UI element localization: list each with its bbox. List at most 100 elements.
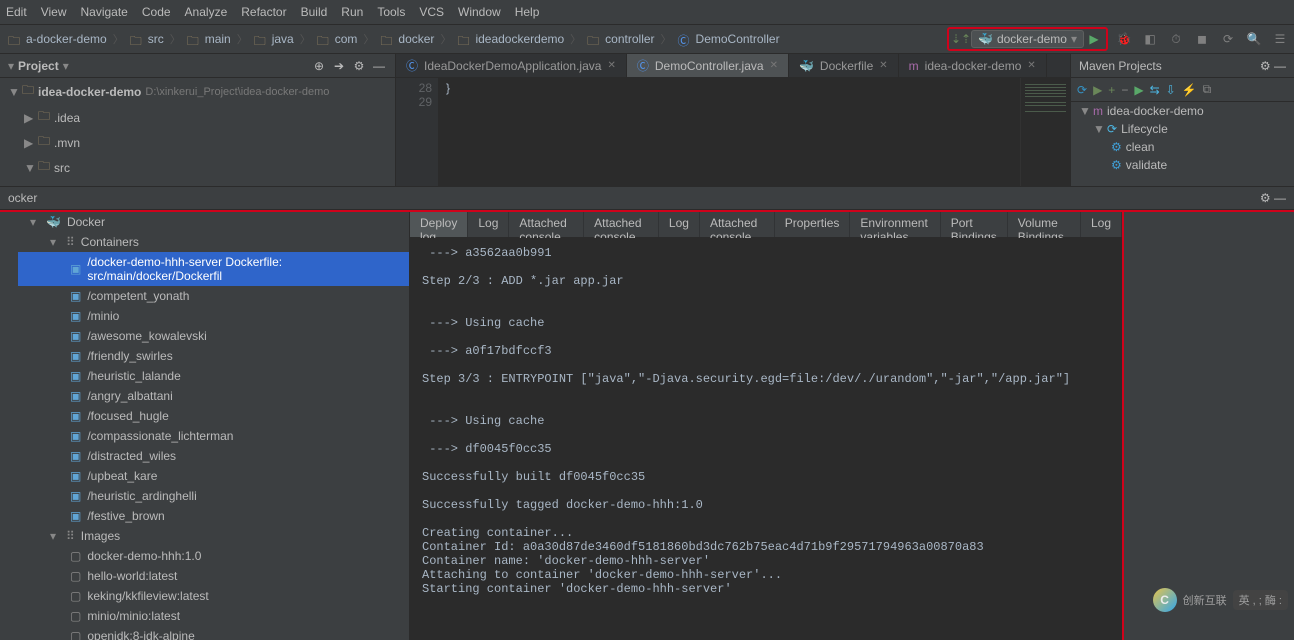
image-node[interactable]: ▢minio/minio:latest	[18, 606, 409, 626]
menu-edit[interactable]: Edit	[6, 5, 27, 19]
log-tab[interactable]: Properties	[775, 212, 851, 237]
coverage-button[interactable]: ◧	[1140, 29, 1160, 49]
chevron-down-icon[interactable]: ▾	[63, 59, 69, 73]
stop-button[interactable]: ◼	[1192, 29, 1212, 49]
menu-build[interactable]: Build	[301, 5, 328, 19]
close-icon[interactable]: ✕	[607, 60, 615, 71]
log-tab[interactable]: Log	[1081, 212, 1122, 237]
add-icon[interactable]: +	[1108, 83, 1115, 97]
maven-node[interactable]: ▼⟳Lifecycle	[1071, 120, 1294, 138]
scroll-to-icon[interactable]: ⊕	[311, 58, 327, 74]
container-node[interactable]: ▣/friendly_swirles	[18, 346, 409, 366]
crumb-java[interactable]: 🗀java	[250, 30, 298, 48]
container-node[interactable]: ▣/competent_yonath	[18, 286, 409, 306]
container-node[interactable]: ▣/festive_brown	[18, 506, 409, 526]
menu-code[interactable]: Code	[142, 5, 171, 19]
image-node[interactable]: ▢hello-world:latest	[18, 566, 409, 586]
log-tab[interactable]: Port Bindings	[941, 212, 1008, 237]
tree-node[interactable]: ▶🗀.idea	[0, 105, 395, 130]
collapse-all-icon[interactable]: ➔	[331, 58, 347, 74]
images-group[interactable]: ▾⠿Images	[18, 526, 409, 546]
crumb-com[interactable]: 🗀com	[313, 30, 362, 48]
close-icon[interactable]: ✕	[770, 60, 778, 71]
image-node[interactable]: ▢openjdk:8-jdk-alpine	[18, 626, 409, 640]
hide-icon[interactable]: —	[371, 58, 387, 74]
log-tab[interactable]: Deploy log	[410, 212, 468, 237]
log-tab[interactable]: Log	[468, 212, 509, 237]
menu-tools[interactable]: Tools	[377, 5, 405, 19]
search-button[interactable]: 🔍	[1244, 29, 1264, 49]
remove-icon[interactable]: −	[1121, 83, 1128, 97]
crumb-main[interactable]: 🗀main	[183, 30, 235, 48]
docker-root[interactable]: ▾🐳Docker	[18, 212, 409, 232]
chevron-down-icon[interactable]: ▾	[8, 59, 14, 73]
image-node[interactable]: ▢docker-demo-hhh:1.0	[18, 546, 409, 566]
gear-icon[interactable]: ⚙	[351, 58, 367, 74]
download-icon[interactable]: ⇩	[1166, 83, 1176, 97]
log-tab[interactable]: Attached console	[700, 212, 775, 237]
code-editor[interactable]: 28 29 }	[396, 78, 1070, 186]
close-icon[interactable]: ✕	[1027, 60, 1035, 71]
maven-node[interactable]: ⚙validate	[1071, 156, 1294, 174]
editor-tab[interactable]: ⒸIdeaDockerDemoApplication.java✕	[396, 54, 627, 77]
menu-refactor[interactable]: Refactor	[241, 5, 286, 19]
menu-window[interactable]: Window	[458, 5, 501, 19]
gear-icon[interactable]: ⚙	[1260, 191, 1271, 205]
image-node[interactable]: ▢keking/kkfileview:latest	[18, 586, 409, 606]
run-icon[interactable]: ▶	[1134, 83, 1143, 97]
log-tab[interactable]: Volume Bindings	[1008, 212, 1081, 237]
run-config-select[interactable]: 🐳 docker-demo ▾	[971, 30, 1084, 48]
deploy-log-body[interactable]: ---> a3562aa0b991 Step 2/3 : ADD *.jar a…	[410, 238, 1122, 640]
crumb-src[interactable]: 🗀src	[126, 30, 168, 48]
profile-button[interactable]: ⏱	[1166, 29, 1186, 49]
lightning-icon[interactable]: ⚡	[1182, 83, 1197, 97]
tree-node[interactable]: ▼🗀main	[0, 180, 395, 186]
project-root[interactable]: ▼ 🗀 idea-docker-demo D:\xinkerui_Project…	[0, 78, 395, 105]
editor-tab[interactable]: midea-docker-demo✕	[899, 54, 1047, 77]
hide-icon[interactable]: —	[1274, 59, 1286, 73]
container-node[interactable]: ▣/upbeat_kare	[18, 466, 409, 486]
crumb-root[interactable]: 🗀a-docker-demo	[4, 30, 111, 48]
maven-node[interactable]: ▼midea-docker-demo	[1071, 102, 1294, 120]
container-node[interactable]: ▣/heuristic_lalande	[18, 366, 409, 386]
menu-analyze[interactable]: Analyze	[185, 5, 228, 19]
editor-minimap[interactable]	[1020, 78, 1070, 186]
containers-group[interactable]: ▾⠿Containers	[18, 232, 409, 252]
menu-help[interactable]: Help	[515, 5, 540, 19]
refresh-icon[interactable]: ⟳	[1077, 83, 1087, 97]
menu-vcs[interactable]: VCS	[419, 5, 444, 19]
hide-icon[interactable]: —	[1274, 191, 1286, 205]
docker-tree[interactable]: ▾🐳Docker ▾⠿Containers ▣/docker-demo-hhh-…	[18, 212, 410, 640]
close-icon[interactable]: ✕	[879, 60, 887, 71]
menu-run[interactable]: Run	[341, 5, 363, 19]
execute-icon[interactable]: ▶	[1093, 83, 1102, 97]
container-node[interactable]: ▣/distracted_wiles	[18, 446, 409, 466]
container-node[interactable]: ▣/docker-demo-hhh-server Dockerfile: src…	[18, 252, 409, 286]
update-button[interactable]: ⟳	[1218, 29, 1238, 49]
editor-tab[interactable]: 🐳Dockerfile✕	[789, 54, 899, 77]
container-node[interactable]: ▣/angry_albattani	[18, 386, 409, 406]
settings-button[interactable]: ☰	[1270, 29, 1290, 49]
container-node[interactable]: ▣/awesome_kowalevski	[18, 326, 409, 346]
log-tab[interactable]: Log	[659, 212, 700, 237]
crumb-pkg[interactable]: 🗀ideadockerdemo	[453, 30, 568, 48]
tree-icon[interactable]: ⧉	[1203, 82, 1212, 97]
crumb-controller[interactable]: 🗀controller	[583, 30, 658, 48]
tree-node[interactable]: ▶🗀.mvn	[0, 130, 395, 155]
menu-view[interactable]: View	[41, 5, 67, 19]
crumb-docker[interactable]: 🗀docker	[376, 30, 438, 48]
toggle-icon[interactable]: ⇆	[1150, 83, 1160, 97]
run-button[interactable]: ▶	[1084, 29, 1104, 49]
editor-tab[interactable]: ⒸDemoController.java✕	[627, 54, 789, 77]
menu-navigate[interactable]: Navigate	[80, 5, 127, 19]
container-node[interactable]: ▣/minio	[18, 306, 409, 326]
gear-icon[interactable]: ⚙	[1260, 59, 1271, 73]
log-tab[interactable]: Attached console	[509, 212, 584, 237]
code-area[interactable]: }	[438, 78, 1020, 186]
maven-node[interactable]: ⚙clean	[1071, 138, 1294, 156]
log-tab[interactable]: Attached console	[584, 212, 659, 237]
container-node[interactable]: ▣/focused_hugle	[18, 406, 409, 426]
log-tab[interactable]: Environment variables	[850, 212, 940, 237]
container-node[interactable]: ▣/heuristic_ardinghelli	[18, 486, 409, 506]
tree-node[interactable]: ▼🗀src	[0, 155, 395, 180]
